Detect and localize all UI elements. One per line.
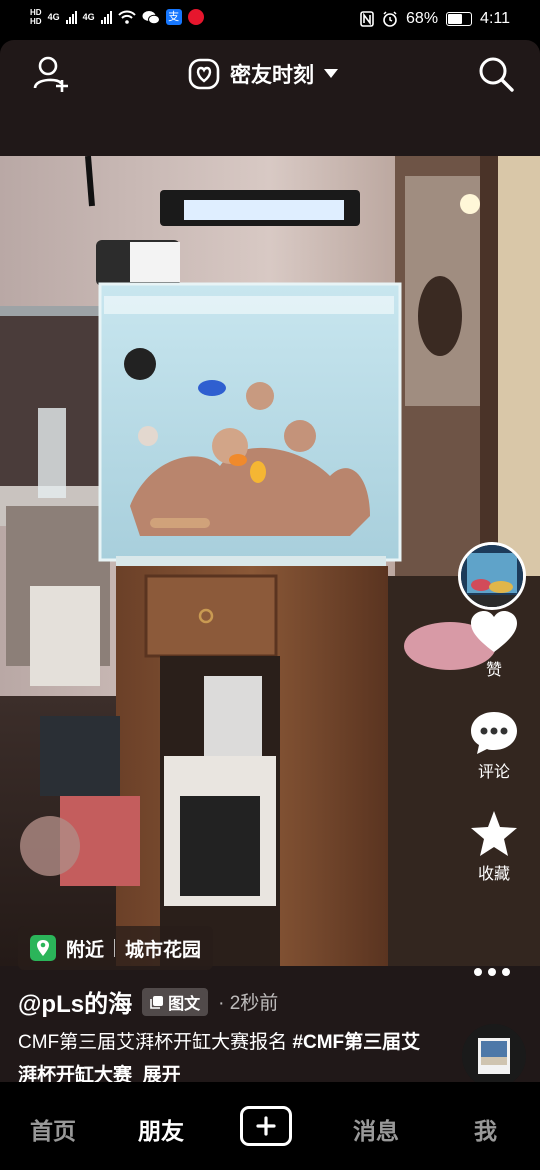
music-disc[interactable] xyxy=(462,1024,526,1082)
author-row: @pLs的海 图文 · 2秒前 xyxy=(18,984,278,1019)
alarm-icon xyxy=(383,11,397,27)
location-divider xyxy=(114,939,116,957)
star-icon xyxy=(471,811,517,856)
author-name[interactable]: @pLs的海 xyxy=(18,984,132,1019)
image-text-icon xyxy=(150,995,164,1009)
status-bar: HD HD 4G 4G 支 68% 4:11 xyxy=(0,0,540,40)
post-description[interactable]: CMF第三届艾湃杯开缸大赛报名 #CMF第三届艾湃杯开缸大赛 展开 xyxy=(18,1026,438,1082)
page-title: 密友时刻 xyxy=(230,64,314,87)
location-label: 附近 xyxy=(66,939,105,961)
top-bar: 密友时刻 xyxy=(0,40,540,110)
more-dot xyxy=(502,968,510,976)
wifi-icon xyxy=(117,10,136,24)
hd-indicator: HD HD xyxy=(30,8,42,26)
music-cover-icon xyxy=(462,1024,526,1082)
wechat-icon xyxy=(142,10,160,24)
more-icon[interactable] xyxy=(474,968,510,976)
favorite-button[interactable]: 收藏 xyxy=(458,810,530,884)
location-pin-icon xyxy=(30,935,56,961)
hd-label-2: HD xyxy=(30,17,42,26)
avatar-image xyxy=(461,545,523,607)
post-time: · 2秒前 xyxy=(218,993,279,1014)
status-right: 68% 4:11 xyxy=(360,10,510,28)
battery-icon xyxy=(446,12,473,26)
expand-link[interactable]: 展开 xyxy=(143,1065,181,1082)
nfc-icon xyxy=(360,11,374,27)
nav-me[interactable]: 我 xyxy=(474,1112,497,1146)
bottom-nav: 首页 朋友 消息 我 xyxy=(0,1082,540,1170)
comment-label: 评论 xyxy=(477,764,510,781)
comment-button[interactable]: 评论 xyxy=(458,710,530,782)
more-dot xyxy=(488,968,496,976)
feed-card: 密友时刻 赞 评论 收藏 附近 城市花园 @pLs的海 图文 · 2秒前 CMF… xyxy=(0,40,540,1082)
like-label: 赞 xyxy=(485,662,502,679)
alipay-icon: 支 xyxy=(165,9,182,25)
status-left: HD HD 4G 4G 支 xyxy=(30,8,204,26)
nav-messages[interactable]: 消息 xyxy=(353,1112,399,1146)
clock: 4:11 xyxy=(480,10,510,27)
nav-friends[interactable]: 朋友 xyxy=(138,1112,184,1146)
title-dropdown[interactable]: 密友时刻 xyxy=(188,58,338,90)
more-dot xyxy=(474,968,482,976)
post-type-badge: 图文 xyxy=(142,987,209,1016)
add-friend-icon[interactable] xyxy=(32,54,70,94)
author-avatar[interactable] xyxy=(458,542,526,610)
nav-home[interactable]: 首页 xyxy=(30,1112,76,1146)
favorite-label: 收藏 xyxy=(477,866,510,883)
net-label-2: 4G xyxy=(82,12,95,22)
net-label-1: 4G xyxy=(47,12,60,22)
weibo-icon xyxy=(187,9,204,25)
post-type-label: 图文 xyxy=(168,995,201,1013)
heart-badge-icon xyxy=(188,58,220,90)
battery-percent: 68% xyxy=(406,10,439,27)
desc-text: CMF第三届艾湃杯开缸大赛报名 xyxy=(18,1032,293,1053)
plus-icon xyxy=(256,1116,276,1136)
signal-icon xyxy=(100,10,112,24)
hd-label-1: HD xyxy=(30,8,42,17)
chevron-down-icon xyxy=(324,69,338,78)
battery-fill xyxy=(448,14,463,24)
create-post-button[interactable] xyxy=(240,1106,292,1146)
signal-icon xyxy=(65,10,77,24)
comment-icon xyxy=(471,712,517,754)
heart-icon xyxy=(471,611,517,652)
app-root: HD HD 4G 4G 支 68% 4:11 密友时刻 赞 评论 收藏 附近 城… xyxy=(0,0,540,1170)
location-chip[interactable]: 附近 城市花园 xyxy=(18,926,214,970)
search-icon[interactable] xyxy=(476,54,516,94)
like-button[interactable]: 赞 xyxy=(458,610,530,680)
location-place: 城市花园 xyxy=(125,939,202,961)
